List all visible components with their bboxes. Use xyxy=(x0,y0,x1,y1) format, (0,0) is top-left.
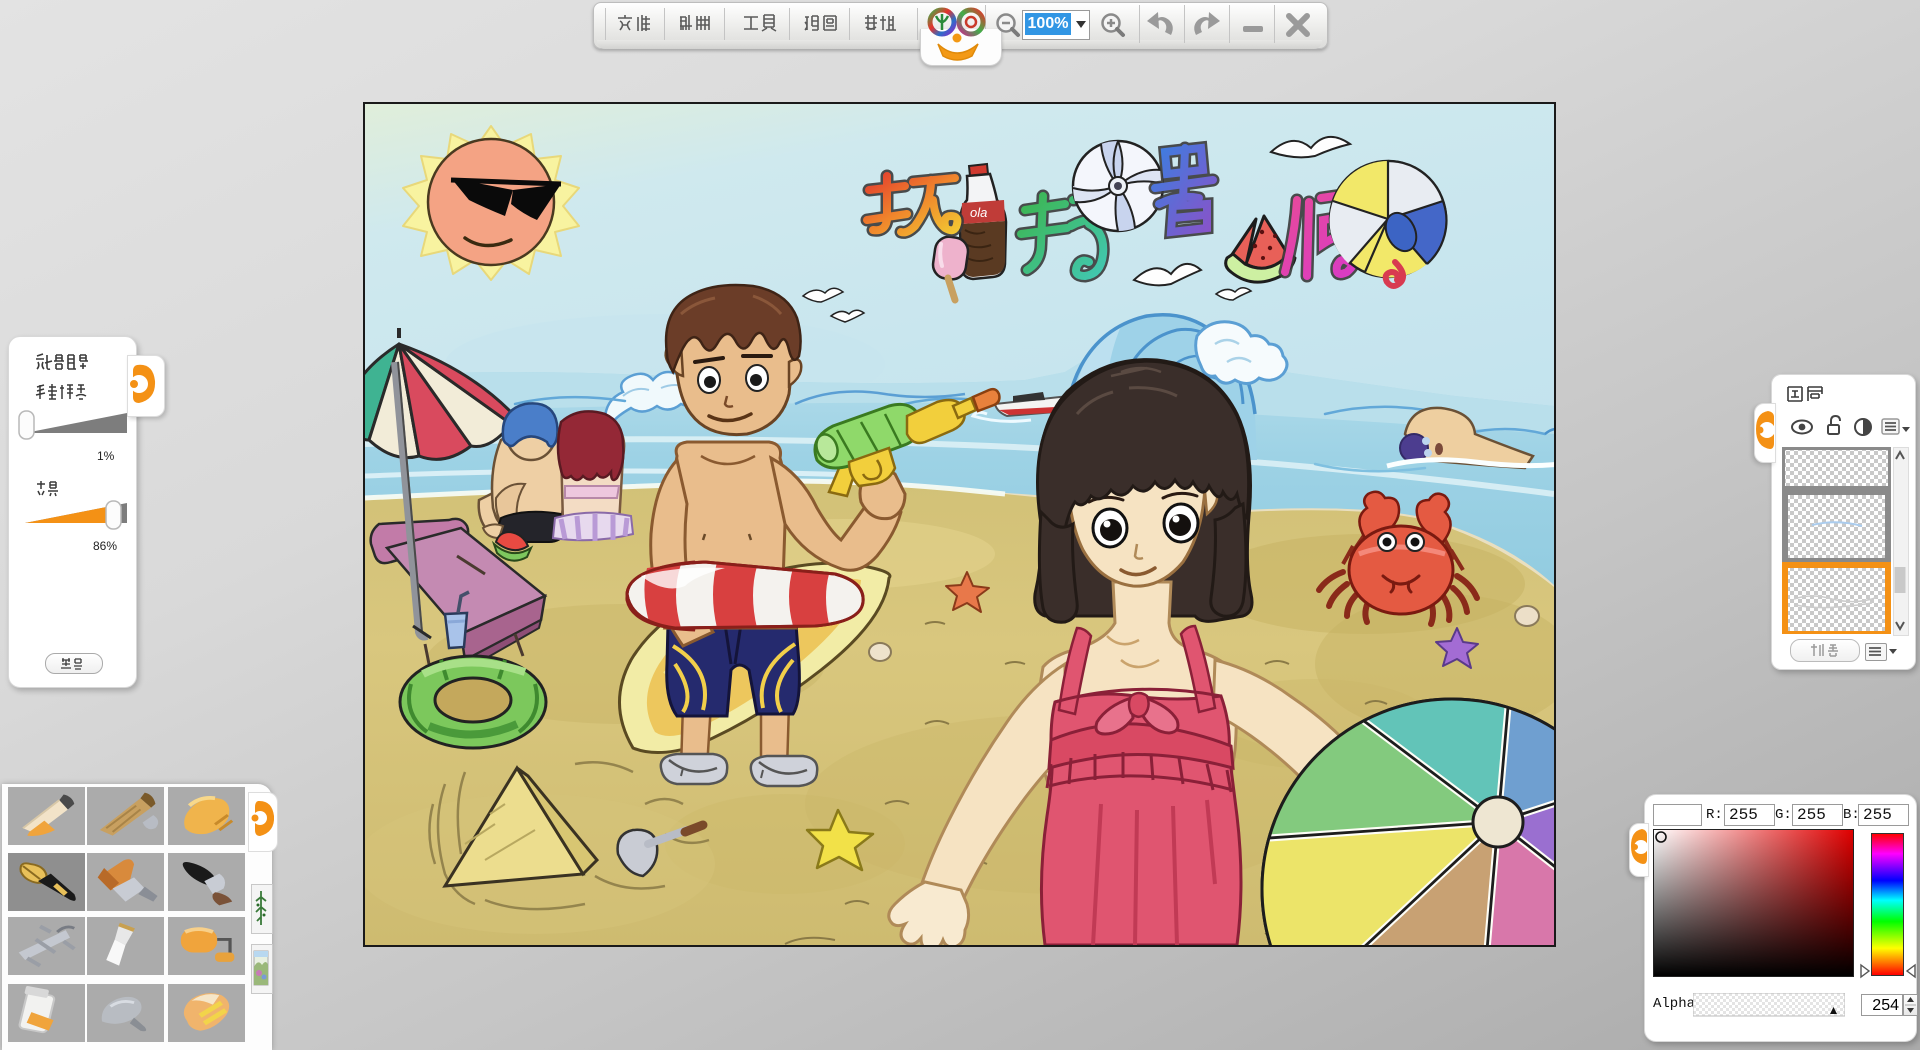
svg-text:ola: ola xyxy=(970,205,987,220)
